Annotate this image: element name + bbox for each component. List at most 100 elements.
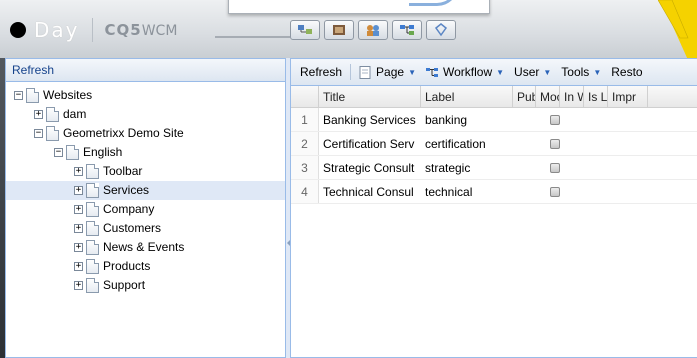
- restore-menu-label: Resto: [611, 65, 643, 79]
- impressions-cell: [608, 108, 648, 131]
- impressions-cell: [608, 180, 648, 203]
- table-row[interactable]: 1 Banking Services banking: [291, 108, 697, 132]
- page-icon: [86, 259, 99, 274]
- tree-node[interactable]: + Toolbar: [6, 162, 285, 181]
- page-icon: [86, 183, 99, 198]
- brand-logo: Day CQ5WCM: [10, 18, 177, 42]
- restore-menu-button[interactable]: Resto: [606, 61, 647, 83]
- tree-node[interactable]: + dam: [6, 105, 285, 124]
- page-icon: [66, 145, 79, 160]
- page-menu-button[interactable]: Page ▼: [354, 61, 421, 83]
- page-label-cell: technical: [425, 185, 473, 199]
- column-header[interactable]: Moc: [536, 86, 560, 107]
- refresh-label: Refresh: [300, 65, 343, 79]
- page-title-cell: Technical Consul: [323, 185, 414, 199]
- row-number: 3: [291, 156, 319, 179]
- page-icon: [86, 221, 99, 236]
- published-cell: [513, 132, 536, 155]
- tagging-button[interactable]: [426, 20, 456, 40]
- modified-checkbox[interactable]: [550, 163, 560, 173]
- chevron-down-icon: ▼: [496, 67, 505, 77]
- tools-menu-button[interactable]: Tools ▼: [556, 61, 606, 83]
- column-header[interactable]: Title: [319, 86, 421, 107]
- tree-node-label: English: [83, 145, 123, 159]
- console-switcher: [290, 20, 456, 40]
- tree-node[interactable]: − Geometrixx Demo Site: [6, 124, 285, 143]
- workflow-button[interactable]: [392, 20, 422, 40]
- collapse-icon[interactable]: −: [14, 91, 23, 100]
- page-title-cell: Banking Services: [323, 113, 416, 127]
- workflow-menu-button[interactable]: Workflow ▼: [421, 61, 509, 83]
- site-tree: − Websites + dam − Geometrixx Demo Site − Engli…: [6, 82, 285, 295]
- tree-node-label: Company: [103, 202, 155, 216]
- table-row[interactable]: 2 Certification Serv certification: [291, 132, 697, 156]
- page-title-cell: Certification Serv: [323, 137, 415, 151]
- chevron-down-icon: ▼: [593, 67, 602, 77]
- tree-node-label: dam: [63, 107, 87, 121]
- page-icon: [86, 164, 99, 179]
- tree-node-label: Websites: [43, 88, 93, 102]
- chevron-down-icon: ▼: [408, 67, 416, 77]
- user-menu-button[interactable]: User ▼: [509, 61, 556, 83]
- chevron-down-icon: ▼: [543, 67, 552, 77]
- user-menu-label: User: [514, 65, 540, 79]
- tree-node[interactable]: + Services: [6, 181, 285, 200]
- in-workflow-cell: [560, 180, 584, 203]
- expand-icon[interactable]: +: [74, 186, 83, 195]
- logo-divider: [91, 18, 93, 42]
- page-label-cell: certification: [425, 137, 486, 151]
- expand-icon[interactable]: +: [74, 281, 83, 290]
- modified-checkbox[interactable]: [550, 139, 560, 149]
- top-popup: [228, 0, 490, 14]
- site-admin-button[interactable]: [290, 20, 320, 40]
- expand-icon[interactable]: +: [74, 262, 83, 271]
- page-grid-panel: Refresh Page ▼ Workflow ▼ User ▼ Tools ▼…: [290, 58, 697, 358]
- published-cell: [513, 156, 536, 179]
- modified-cell: [536, 108, 560, 131]
- impressions-cell: [608, 156, 648, 179]
- tree-node[interactable]: + News & Events: [6, 238, 285, 257]
- dam-button[interactable]: [324, 20, 354, 40]
- column-header[interactable]: Impr: [608, 86, 648, 107]
- column-header[interactable]: In W: [560, 86, 584, 107]
- page-icon: [86, 202, 99, 217]
- column-header[interactable]: Pub: [513, 86, 536, 107]
- tree-node-label: Toolbar: [103, 164, 143, 178]
- workflow-menu-label: Workflow: [442, 65, 493, 79]
- modified-checkbox[interactable]: [550, 115, 560, 125]
- published-cell: [513, 108, 536, 131]
- page-icon: [86, 240, 99, 255]
- column-header[interactable]: Label: [421, 86, 513, 107]
- is-locked-cell: [584, 180, 608, 203]
- modified-cell: [536, 156, 560, 179]
- page-label-cell: banking: [425, 113, 468, 127]
- collapse-icon[interactable]: −: [54, 148, 63, 157]
- tree-node[interactable]: − Websites: [6, 86, 285, 105]
- page-title-cell: Strategic Consult: [323, 161, 415, 175]
- table-row[interactable]: 3 Strategic Consult strategic: [291, 156, 697, 180]
- users-button[interactable]: [358, 20, 388, 40]
- expand-icon[interactable]: +: [74, 205, 83, 214]
- modified-checkbox[interactable]: [550, 187, 560, 197]
- modified-cell: [536, 180, 560, 203]
- collapse-icon[interactable]: −: [34, 129, 43, 138]
- table-row[interactable]: 4 Technical Consul technical: [291, 180, 697, 204]
- tree-node[interactable]: − English: [6, 143, 285, 162]
- tree-node[interactable]: + Support: [6, 276, 285, 295]
- expand-icon[interactable]: +: [34, 110, 43, 119]
- published-cell: [513, 180, 536, 203]
- product-name-rest: WCM: [141, 23, 178, 39]
- column-header[interactable]: [291, 86, 319, 107]
- expand-icon[interactable]: +: [74, 224, 83, 233]
- tree-node[interactable]: + Customers: [6, 219, 285, 238]
- users-icon: [367, 25, 379, 36]
- refresh-button[interactable]: Refresh: [295, 61, 347, 83]
- expand-icon[interactable]: +: [74, 243, 83, 252]
- tree-refresh-button[interactable]: Refresh: [6, 59, 285, 82]
- expand-icon[interactable]: +: [74, 167, 83, 176]
- tree-node[interactable]: + Company: [6, 200, 285, 219]
- tagging-icon: [434, 23, 448, 37]
- column-header[interactable]: Is Lc: [584, 86, 608, 107]
- tree-node[interactable]: + Products: [6, 257, 285, 276]
- in-workflow-cell: [560, 156, 584, 179]
